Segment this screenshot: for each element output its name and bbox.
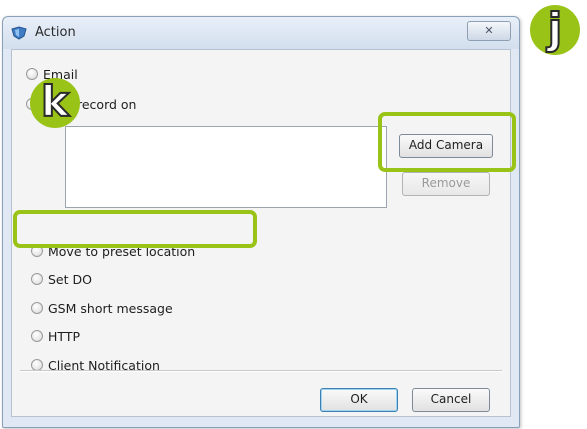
radio-gsm[interactable] (31, 302, 43, 314)
option-gsm-label: GSM short message (48, 300, 173, 316)
ok-button[interactable]: OK (320, 388, 398, 412)
remove-button[interactable]: Remove (402, 172, 490, 196)
radio-set-do[interactable] (31, 273, 43, 285)
separator (20, 370, 502, 372)
highlight-add-camera (378, 112, 516, 172)
dialog-title: Action (35, 25, 76, 40)
close-icon: ✕ (484, 24, 494, 37)
highlight-move-preset (13, 210, 257, 248)
option-gsm[interactable]: GSM short message (31, 298, 173, 318)
callout-badge-k: k (30, 77, 80, 128)
radio-http[interactable] (31, 330, 43, 342)
option-client-notification[interactable]: Client Notification (31, 355, 160, 375)
app-shield-icon (11, 26, 27, 40)
title-bar[interactable]: Action ✕ (3, 17, 519, 49)
option-http[interactable]: HTTP (31, 326, 80, 346)
callout-badge-j: j (530, 4, 580, 55)
option-set-do[interactable]: Set DO (31, 269, 92, 289)
option-set-do-label: Set DO (48, 271, 92, 287)
close-button[interactable]: ✕ (467, 21, 511, 41)
camera-listbox[interactable] (65, 126, 387, 208)
option-record-label: record on (77, 96, 137, 112)
option-http-label: HTTP (48, 328, 80, 344)
radio-email[interactable] (26, 68, 38, 80)
cancel-button[interactable]: Cancel (412, 388, 490, 412)
